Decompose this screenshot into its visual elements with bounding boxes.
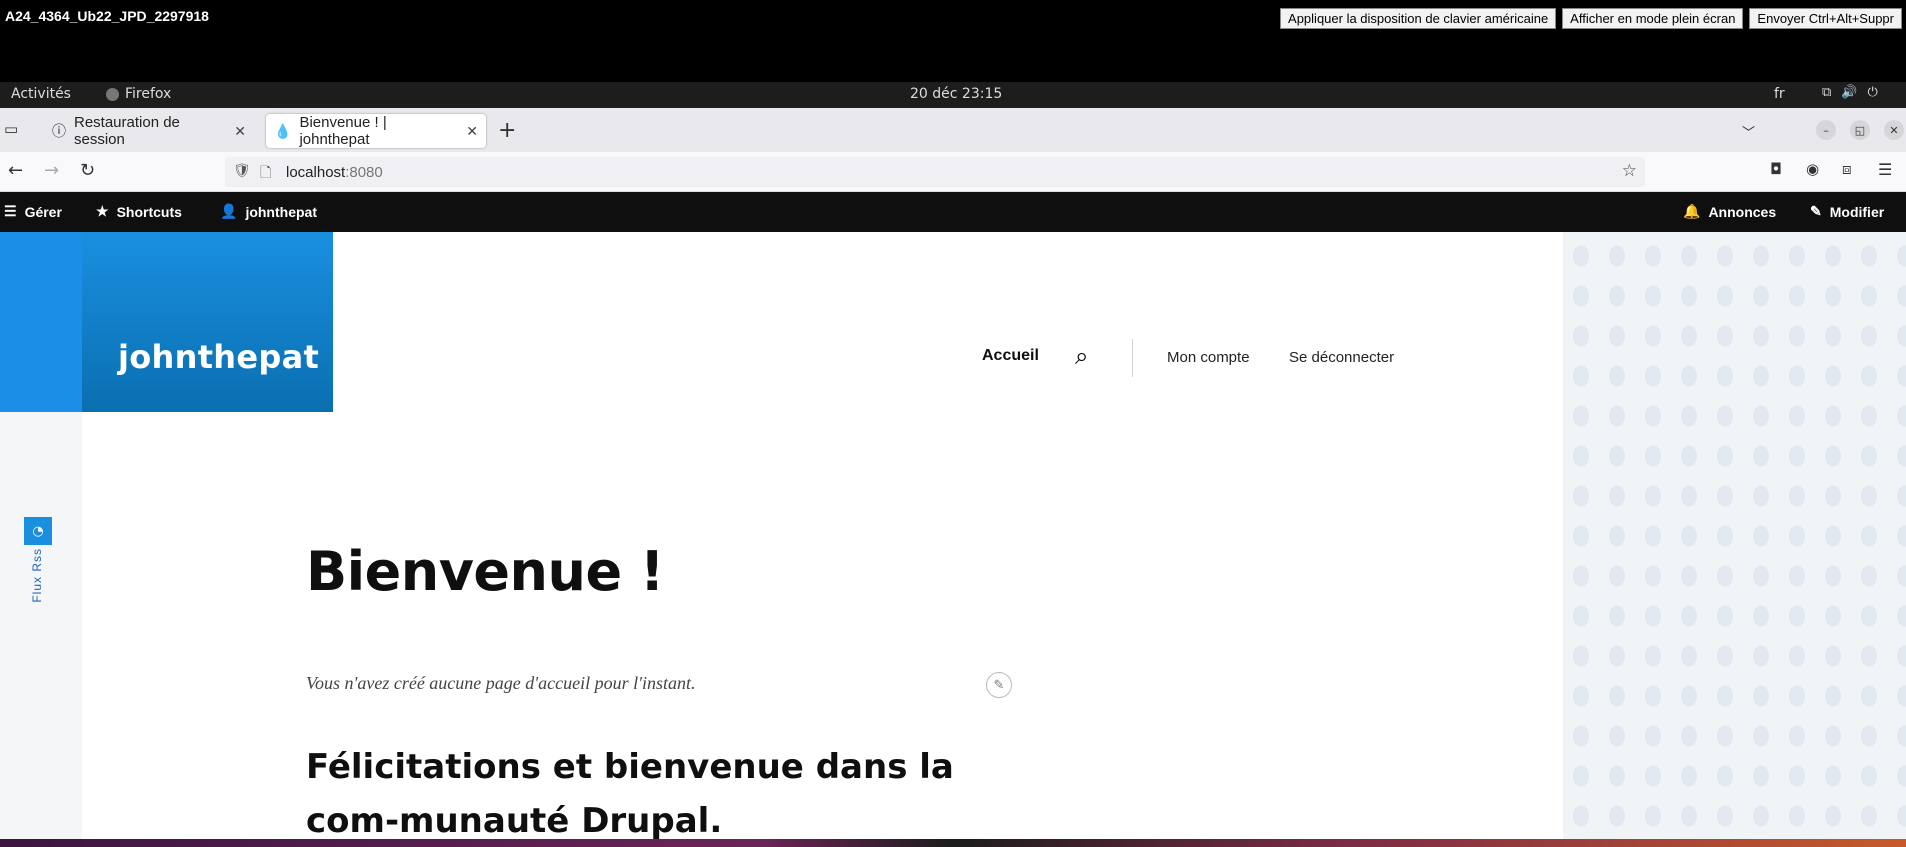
firefox-view-icon[interactable]: ▭ [4, 120, 18, 138]
rss-feed-link[interactable]: Flux Rss [30, 548, 44, 603]
shortcuts-label: Shortcuts [116, 203, 182, 220]
firefox-icon [106, 87, 119, 101]
bookmark-star-icon[interactable]: ☆ [1622, 161, 1637, 181]
restore-button[interactable]: ◱ [1850, 120, 1870, 140]
rss-icon[interactable]: ◔ [24, 517, 52, 545]
star-icon: ★ [96, 203, 109, 219]
volume-icon: 🔊 [1841, 85, 1858, 100]
nav-divider [1132, 339, 1133, 377]
url-bar[interactable]: 🛡 🗋 localhost:8080 ☆ [225, 157, 1645, 187]
ctrl-alt-del-button[interactable]: Envoyer Ctrl+Alt+Suppr [1749, 8, 1902, 29]
site-branding [82, 232, 333, 412]
site-page: johnthepat Accueil ⌕ Mon compte Se décon… [0, 232, 1906, 839]
tab-session-restore[interactable]: ⓘ Restauration de session ✕ [44, 114, 254, 148]
network-icon: ⧉ [1822, 85, 1832, 100]
menu-icon[interactable]: ☰ [1878, 160, 1892, 179]
fullscreen-button[interactable]: Afficher en mode plein écran [1562, 8, 1744, 29]
bell-icon: 🔔 [1683, 203, 1701, 219]
shield-icon[interactable]: 🛡 [233, 162, 251, 179]
tab-label: Bienvenue ! | johnthepat [299, 114, 387, 148]
site-name[interactable]: johnthepat [118, 338, 319, 376]
forward-icon[interactable]: → [44, 160, 59, 181]
app-name: Firefox [125, 86, 172, 102]
user-menu[interactable]: 👤 johnthepat [220, 203, 317, 220]
vnc-buttons: Appliquer la disposition de clavier amér… [1280, 8, 1902, 29]
my-account-link[interactable]: Mon compte [1167, 349, 1250, 366]
user-icon: 👤 [220, 203, 238, 219]
close-window-button[interactable]: ✕ [1884, 120, 1904, 140]
account-icon[interactable]: ◉ [1806, 160, 1819, 178]
manage-menu[interactable]: ☰ Gérer [4, 203, 62, 220]
welcome-heading: Félicitations et bienvenue dans la com-m… [306, 747, 954, 839]
extensions-icon[interactable]: ⧈ [1842, 160, 1852, 178]
desktop-wallpaper-strip [0, 839, 1906, 847]
close-icon[interactable]: ✕ [234, 123, 246, 140]
announcements-menu[interactable]: 🔔 Annonces [1683, 203, 1776, 220]
edit-toggle[interactable]: ✎ Modifier [1810, 203, 1884, 220]
reload-icon[interactable]: ↻ [80, 160, 95, 181]
back-icon[interactable]: ← [8, 160, 23, 181]
search-icon[interactable]: ⌕ [1075, 342, 1088, 370]
page-title: Bienvenue ! [306, 540, 665, 603]
firefox-app-menu[interactable]: Firefox [106, 86, 171, 102]
announcements-label: Annonces [1708, 203, 1777, 220]
tab-bar: ▭ ⓘ Restauration de session ✕ 💧 Bienvenu… [0, 108, 1906, 152]
system-menu[interactable]: ⧉ 🔊 ⏻ [1822, 85, 1878, 100]
contextual-edit-icon[interactable]: ✎ [986, 672, 1012, 698]
vnc-header: A24_4364_Ub22_JPD_2297918 Appliquer la d… [0, 0, 1906, 82]
nav-home-link[interactable]: Accueil [982, 347, 1039, 365]
input-language[interactable]: fr [1774, 86, 1785, 102]
tab-list-chevron-down-icon[interactable]: ﹀ [1742, 122, 1755, 141]
url-host: localhost [286, 163, 346, 181]
pencil-icon: ✎ [1810, 203, 1822, 219]
power-icon: ⏻ [1867, 85, 1878, 100]
nav-bar: ← → ↻ 🛡 🗋 localhost:8080 ☆ ◘ ◉ ⧈ ☰ [0, 152, 1906, 192]
info-icon: ⓘ [52, 123, 66, 139]
activities-button[interactable]: Activités [11, 86, 71, 102]
drupal-drop-icon: 💧 [274, 122, 292, 139]
new-tab-button[interactable]: + [498, 118, 516, 143]
user-label: johnthepat [245, 203, 317, 220]
page-icon[interactable]: 🗋 [260, 162, 271, 186]
tab-label: Restauration de session [74, 114, 180, 148]
url-port: :8080 [345, 163, 383, 181]
gnome-top-bar: Activités Firefox 20 déc 23:15 fr ⧉ 🔊 ⏻ [0, 82, 1906, 108]
manage-label: Gérer [24, 203, 62, 220]
hamburger-icon: ☰ [4, 203, 17, 219]
edit-label: Modifier [1829, 203, 1885, 220]
tab-welcome[interactable]: 💧 Bienvenue ! | johnthepat ✕ [266, 114, 486, 148]
minimize-button[interactable]: – [1816, 120, 1836, 140]
shortcuts-menu[interactable]: ★ Shortcuts [96, 203, 182, 220]
us-keyboard-button[interactable]: Appliquer la disposition de clavier amér… [1280, 8, 1557, 29]
logout-link[interactable]: Se déconnecter [1289, 349, 1394, 366]
drupal-admin-toolbar: ☰ Gérer ★ Shortcuts 👤 johnthepat 🔔 Annon… [0, 192, 1906, 232]
left-accent-strip [0, 232, 82, 412]
vnc-title: A24_4364_Ub22_JPD_2297918 [5, 8, 209, 24]
drop-pattern-background [1563, 232, 1906, 839]
pocket-icon[interactable]: ◘ [1770, 160, 1782, 178]
clock[interactable]: 20 déc 23:15 [910, 86, 1002, 102]
close-icon[interactable]: ✕ [466, 123, 478, 140]
intro-text: Vous n'avez créé aucune page d'accueil p… [306, 673, 696, 693]
